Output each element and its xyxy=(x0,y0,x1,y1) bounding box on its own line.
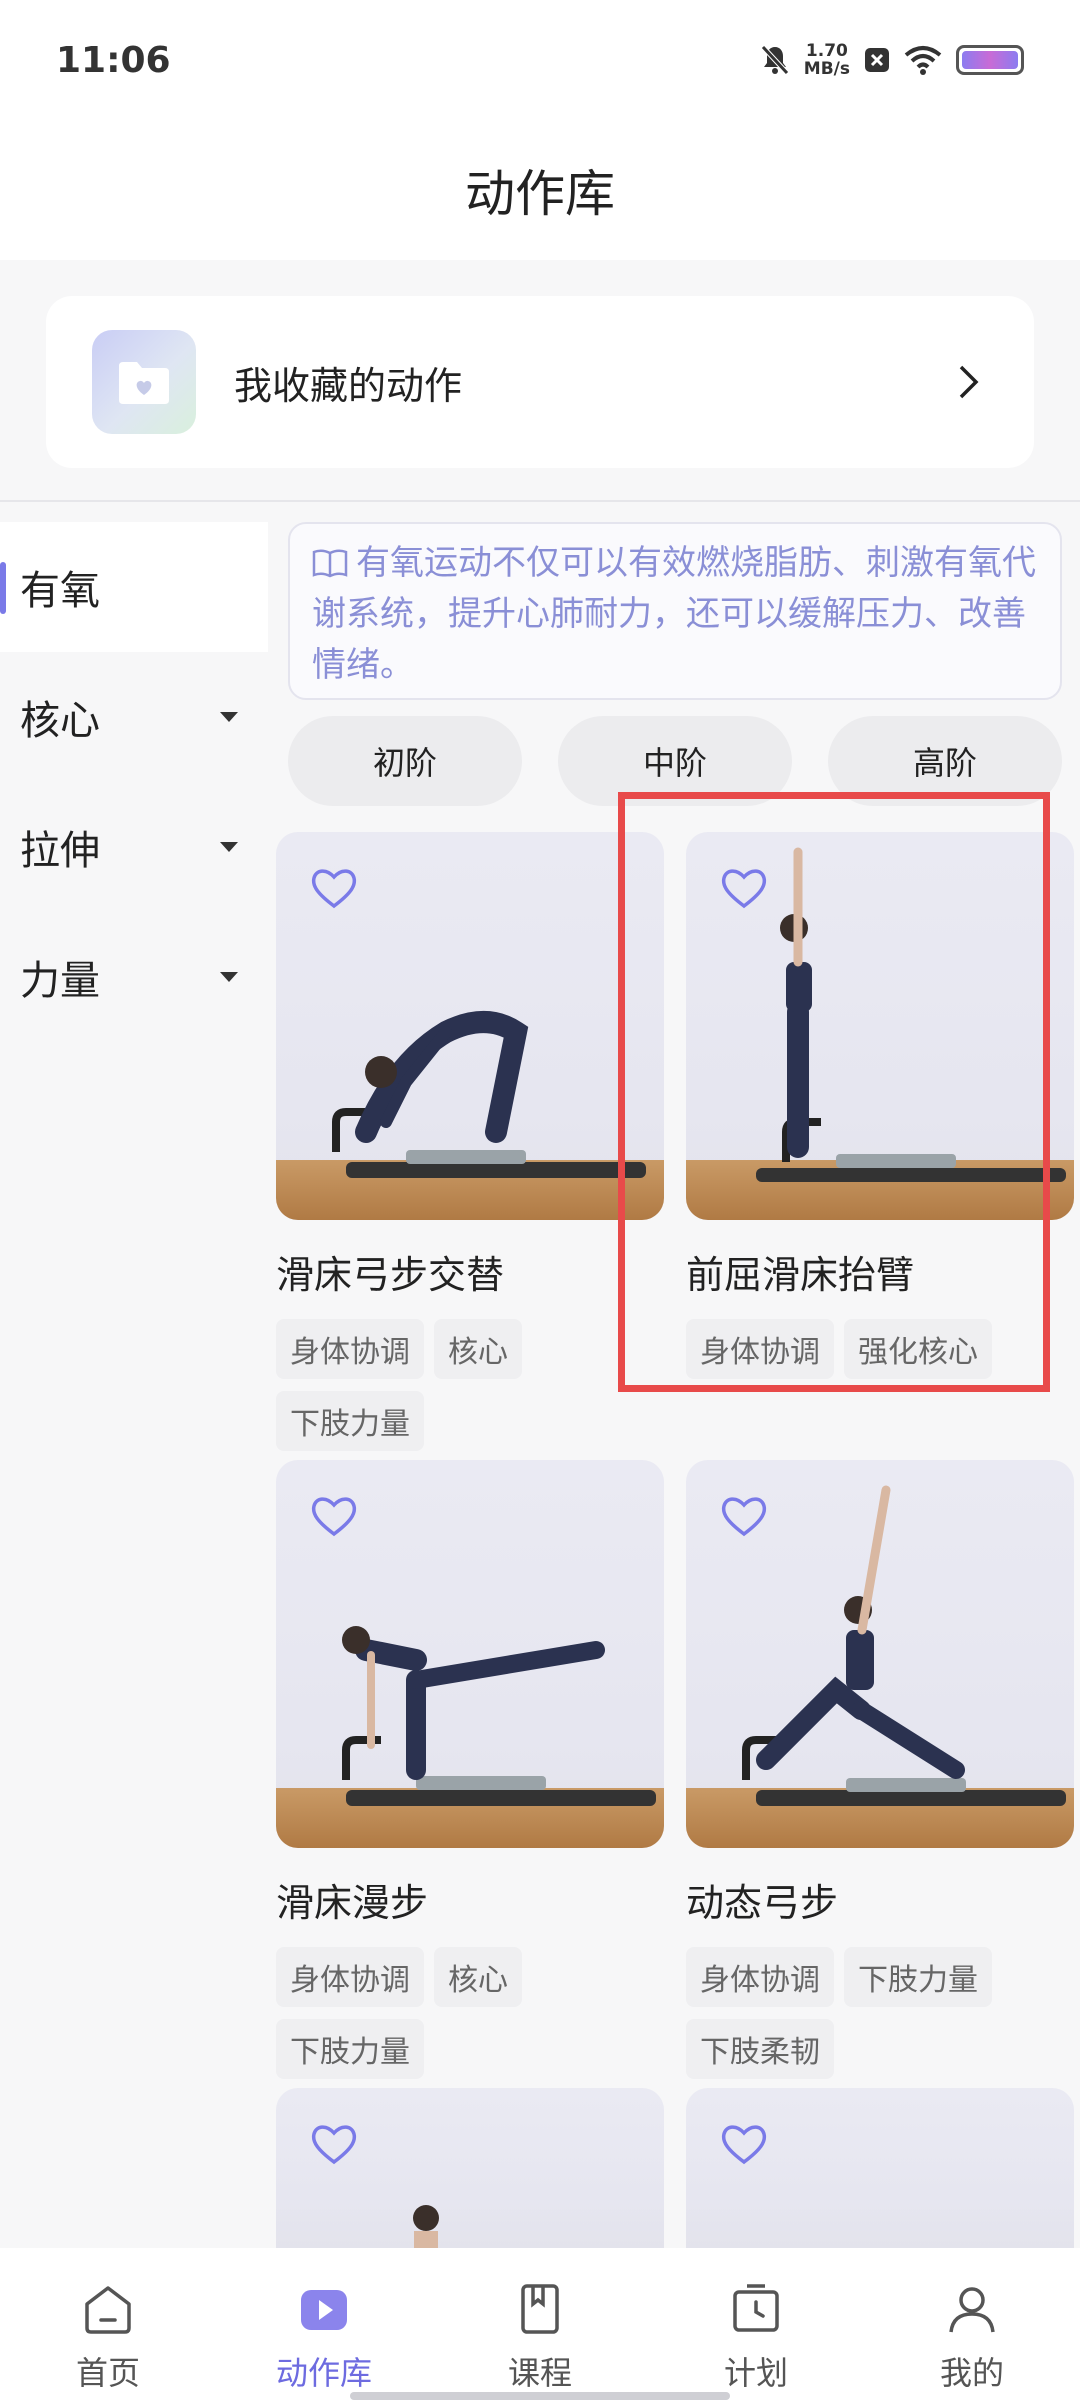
sidebar-item-stretch[interactable]: 拉伸 xyxy=(0,782,268,912)
nav-label: 我的 xyxy=(939,2354,1004,2392)
home-indicator xyxy=(350,2392,730,2400)
heart-outline-icon[interactable] xyxy=(720,2122,768,2166)
battery-icon xyxy=(956,45,1024,75)
caret-down-icon xyxy=(220,842,238,852)
caret-down-icon xyxy=(220,712,238,722)
nav-label: 计划 xyxy=(723,2354,788,2392)
exercise-figure xyxy=(413,2205,439,2248)
exercise-card[interactable] xyxy=(276,2088,664,2248)
exercise-title: 滑床漫步 xyxy=(276,1881,429,1925)
network-speed-value: 1.70 xyxy=(805,41,848,61)
exercise-tag: 下肢柔韧 xyxy=(686,2019,834,2079)
caret-down-icon xyxy=(220,972,238,982)
exercise-tag: 身体协调 xyxy=(276,1947,424,2007)
exercise-title: 滑床弓步交替 xyxy=(276,1253,505,1297)
exercise-tag: 身体协调 xyxy=(276,1319,424,1379)
exercise-tag: 核心 xyxy=(434,1319,522,1379)
sidebar-item-label: 力量 xyxy=(20,958,100,1004)
exercise-tags: 身体协调 核心 下肢力量 xyxy=(276,1947,664,2079)
status-time: 11:06 xyxy=(56,39,171,81)
chevron-right-icon xyxy=(959,365,979,399)
exercise-tags: 身体协调 下肢力量 下肢柔韧 xyxy=(686,1947,1074,2079)
book-icon xyxy=(312,549,348,578)
nav-label: 课程 xyxy=(507,2354,572,2392)
category-tip: 有氧运动不仅可以有效燃烧脂肪、刺激有氧代谢系统，提升心肺耐力，还可以缓解压力、改… xyxy=(288,522,1062,700)
network-speed: 1.70 MB/s xyxy=(804,42,850,78)
network-speed-unit: MB/s xyxy=(803,59,850,79)
exercise-tag: 下肢力量 xyxy=(276,2019,424,2079)
exercise-tag: 下肢力量 xyxy=(844,1947,992,2007)
exercise-tag: 核心 xyxy=(434,1947,522,2007)
book-icon xyxy=(521,2284,559,2334)
exercise-image xyxy=(276,1460,664,1848)
close-notification-icon xyxy=(865,48,889,72)
nav-item-profile[interactable]: 我的 xyxy=(887,2280,1057,2394)
favorite-folder-icon xyxy=(92,330,196,434)
play-icon xyxy=(301,2290,347,2330)
exercise-title: 动态弓步 xyxy=(686,1881,839,1925)
bottom-nav: 首页 动作库 课程 计划 我的 xyxy=(0,2248,1080,2408)
heart-outline-icon[interactable] xyxy=(310,1494,358,1538)
heart-outline-icon[interactable] xyxy=(310,2122,358,2166)
sidebar-item-label: 有氧 xyxy=(20,568,100,614)
nav-label: 首页 xyxy=(75,2354,140,2392)
heart-outline-icon[interactable] xyxy=(720,1494,768,1538)
app-header: 动作库 xyxy=(0,120,1080,260)
nav-item-courses[interactable]: 课程 xyxy=(455,2280,625,2394)
sidebar-item-core[interactable]: 核心 xyxy=(0,652,268,782)
tip-text: 有氧运动不仅可以有效燃烧脂肪、刺激有氧代谢系统，提升心肺耐力，还可以缓解压力、改… xyxy=(312,543,1036,685)
nav-item-exercises[interactable]: 动作库 xyxy=(239,2280,409,2394)
page-title: 动作库 xyxy=(465,165,615,223)
exercise-image xyxy=(686,1460,1074,1848)
clock-icon xyxy=(733,2284,779,2332)
heart-outline-icon[interactable] xyxy=(310,866,358,910)
exercise-image xyxy=(686,2088,1074,2248)
highlight-box xyxy=(618,792,1050,1392)
exercise-card[interactable]: 滑床漫步 身体协调 核心 下肢力量 xyxy=(276,1460,664,2079)
sidebar-item-strength[interactable]: 力量 xyxy=(0,912,268,1042)
exercise-tags: 身体协调 核心 下肢力量 xyxy=(276,1319,664,1451)
favorites-label: 我收藏的动作 xyxy=(234,363,463,408)
exercise-tag: 身体协调 xyxy=(686,1947,834,2007)
sidebar-item-aerobic[interactable]: 有氧 xyxy=(0,522,268,652)
user-icon xyxy=(949,2287,995,2333)
exercise-image xyxy=(276,2088,664,2248)
exercise-image xyxy=(276,832,664,1220)
nav-label: 动作库 xyxy=(275,2354,372,2392)
category-sidebar: 有氧 核心 拉伸 力量 xyxy=(0,522,268,1042)
status-bar: 11:06 1.70 MB/s xyxy=(0,0,1080,120)
status-icons: 1.70 MB/s xyxy=(760,42,1024,78)
sidebar-item-label: 核心 xyxy=(20,698,100,744)
mute-bell-icon xyxy=(760,45,789,75)
exercise-card[interactable]: 动态弓步 身体协调 下肢力量 下肢柔韧 xyxy=(686,1460,1074,2079)
wifi-icon xyxy=(904,46,942,75)
favorites-card[interactable]: 我收藏的动作 xyxy=(46,296,1034,468)
exercise-card[interactable] xyxy=(686,2088,1074,2248)
divider xyxy=(0,500,1080,502)
nav-item-plan[interactable]: 计划 xyxy=(671,2280,841,2394)
exercise-tag: 下肢力量 xyxy=(276,1391,424,1451)
nav-item-home[interactable]: 首页 xyxy=(23,2280,193,2394)
exercise-card[interactable]: 滑床弓步交替 身体协调 核心 下肢力量 xyxy=(276,832,664,1451)
level-button-beginner[interactable]: 初阶 xyxy=(288,716,522,806)
home-icon xyxy=(85,2286,131,2334)
sidebar-item-label: 拉伸 xyxy=(20,828,100,874)
